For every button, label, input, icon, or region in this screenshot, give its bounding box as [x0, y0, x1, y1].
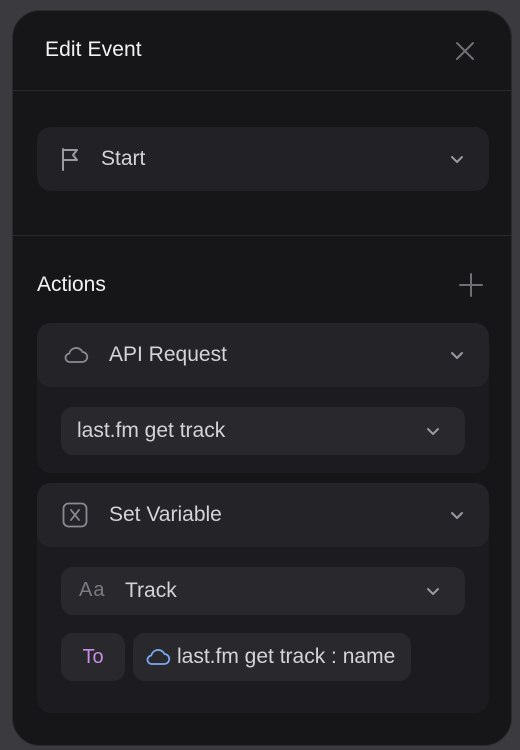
section-divider	[13, 235, 511, 236]
trigger-label: Start	[101, 147, 146, 170]
actions-heading: Actions	[37, 273, 106, 296]
cloud-icon	[64, 347, 89, 363]
add-action-button[interactable]	[457, 271, 485, 299]
header-divider	[13, 90, 511, 91]
value-label: last.fm get track : name	[177, 645, 396, 668]
chevron-down-icon	[451, 352, 463, 359]
api-request-value: last.fm get track	[77, 419, 226, 442]
dialog-header: Edit Event	[13, 11, 511, 91]
dialog-title: Edit Event	[45, 38, 142, 61]
value-chip[interactable]: last.fm get track : name	[133, 633, 411, 681]
variable-value: Track	[125, 579, 177, 602]
variable-icon	[62, 502, 88, 528]
chevron-down-icon	[451, 512, 463, 519]
close-button[interactable]	[451, 37, 479, 65]
flag-icon	[62, 148, 78, 171]
api-request-select[interactable]: last.fm get track	[61, 407, 465, 455]
plus-icon	[459, 273, 483, 297]
text-type-icon: Aa	[79, 579, 106, 601]
chevron-down-icon	[427, 588, 439, 595]
to-chip[interactable]: To	[61, 633, 125, 681]
chevron-down-icon	[427, 428, 439, 435]
variable-select[interactable]: Aa Track	[61, 567, 465, 615]
action-type-label: Set Variable	[109, 503, 222, 526]
chevron-down-icon	[451, 156, 463, 163]
close-icon	[456, 42, 474, 60]
action-type-select[interactable]: API Request	[37, 323, 489, 387]
action-type-label: API Request	[109, 343, 227, 366]
action-type-select[interactable]: Set Variable	[37, 483, 489, 547]
trigger-select[interactable]: Start	[37, 127, 489, 191]
edit-event-panel: Edit Event Start Actions API Request las…	[12, 10, 512, 746]
action-card-api-request: API Request last.fm get track	[37, 323, 489, 473]
cloud-icon	[146, 649, 171, 665]
to-label: To	[82, 646, 104, 668]
action-card-set-variable: Set Variable Aa Track To last.fm get tra…	[37, 483, 489, 713]
